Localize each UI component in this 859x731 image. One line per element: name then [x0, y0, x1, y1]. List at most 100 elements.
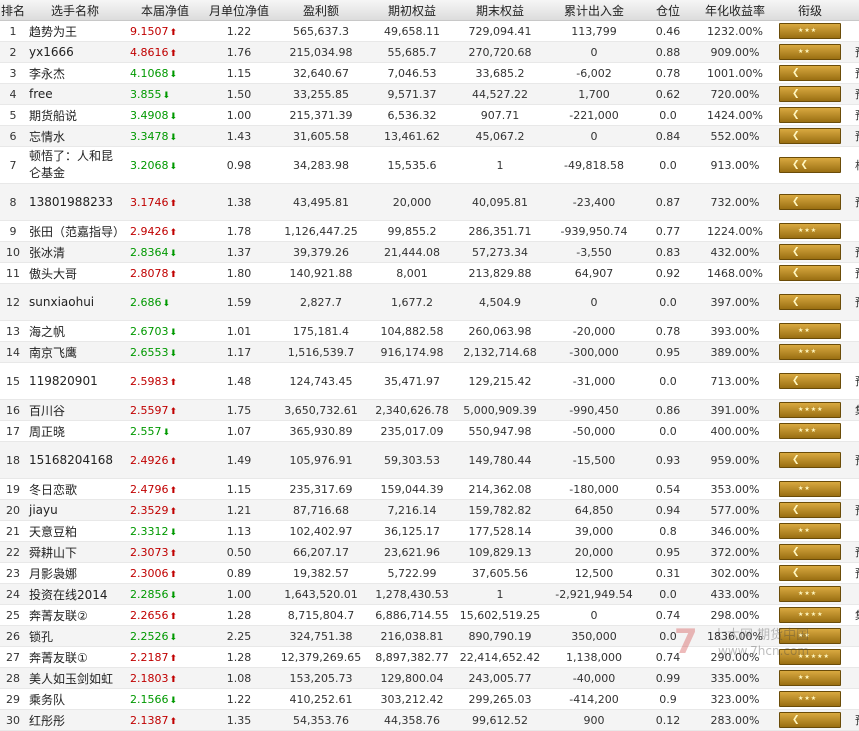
- table-row[interactable]: 7 顿悟了：人和昆仑基金 3.2068⬇ 0.98 34,283.98 15,535.6 1…: [0, 146, 859, 184]
- player-name-link[interactable]: 月影袅娜: [26, 562, 124, 584]
- nav-cell: 2.1803⬆: [124, 667, 206, 689]
- table-row[interactable]: 10 张冰清 2.8364⬇ 1.37 39,379.26 21,444.08 57,273…: [0, 241, 859, 263]
- player-name-link[interactable]: 期货船说: [26, 104, 124, 126]
- rank-cell: 15: [0, 362, 26, 400]
- table-row[interactable]: 5 期货船说 3.4908⬇ 1.00 215,371.39 6,536.32 907.71…: [0, 104, 859, 126]
- player-name-link[interactable]: 119820901: [26, 362, 124, 400]
- table-row[interactable]: 3 李永杰 4.1068⬇ 1.15 32,640.67 7,046.53 33,685.2…: [0, 62, 859, 84]
- player-name-link[interactable]: 百川谷: [26, 399, 124, 421]
- table-row[interactable]: 17 周正晓 2.557⬇ 1.07 365,930.89 235,017.09 550,9…: [0, 420, 859, 442]
- table-row[interactable]: 18 15168204168 2.4926⬆ 1.49 105,976.91 59,303…: [0, 441, 859, 479]
- table-row[interactable]: 13 海之帆 2.6703⬇ 1.01 175,181.4 104,882.58 260,0…: [0, 320, 859, 342]
- player-name-link[interactable]: jiayu: [26, 499, 124, 521]
- nav-value: 2.557: [130, 424, 162, 438]
- header-start-equity[interactable]: 期初权益: [370, 0, 454, 21]
- header-profit[interactable]: 盈利额: [272, 0, 370, 21]
- table-row[interactable]: 29 乘务队 2.1566⬇ 1.22 410,252.61 303,212.42 299,…: [0, 688, 859, 710]
- header-end-equity[interactable]: 期末权益: [454, 0, 546, 21]
- table-row[interactable]: 16 百川谷 2.5597⬆ 1.75 3,650,732.61 2,340,626.78…: [0, 399, 859, 421]
- player-name-link[interactable]: 张冰清: [26, 241, 124, 263]
- position-cell: 0.54: [642, 478, 694, 500]
- annual-return-cell: 391.00%: [694, 399, 776, 421]
- player-name-link[interactable]: yx1666: [26, 41, 124, 63]
- table-row[interactable]: 4 free 3.855⬇ 1.50 33,255.85 9,571.37 44,527.2…: [0, 83, 859, 105]
- nav-value: 2.6703: [130, 324, 169, 338]
- player-name-link[interactable]: 傲头大哥: [26, 262, 124, 284]
- player-name-link[interactable]: 13801988233: [26, 183, 124, 221]
- month-nav-cell: 0.50: [206, 541, 272, 563]
- net-flow-cell: 113,799: [546, 20, 642, 42]
- position-cell: 0.93: [642, 441, 694, 479]
- table-row[interactable]: 28 美人如玉剑如虹 2.1803⬆ 1.08 153,205.73 129,800.04…: [0, 667, 859, 689]
- header-badge[interactable]: 衔级: [776, 0, 844, 21]
- table-row[interactable]: 23 月影袅娜 2.3006⬆ 0.89 19,382.57 5,722.99 37,605…: [0, 562, 859, 584]
- header-nav[interactable]: 本届净值: [124, 0, 206, 21]
- rank-badge-icon: ❮: [779, 244, 841, 260]
- header-month-nav[interactable]: 月单位净值: [206, 0, 272, 21]
- net-flow-cell: -3,550: [546, 241, 642, 263]
- table-row[interactable]: 20 jiayu 2.3529⬆ 1.21 87,716.68 7,216.14 159,7…: [0, 499, 859, 521]
- table-row[interactable]: 6 忘情水 3.3478⬇ 1.43 31,605.58 13,461.62 45,067.…: [0, 125, 859, 147]
- nav-cell: 2.557⬇: [124, 420, 206, 442]
- table-row[interactable]: 24 投资在线2014 2.2856⬇ 1.00 1,643,520.01 1,278,4…: [0, 583, 859, 605]
- player-name-link[interactable]: 乘务队: [26, 688, 124, 710]
- player-name-link[interactable]: 锁孔: [26, 625, 124, 647]
- player-name-link[interactable]: 趋势为王: [26, 20, 124, 42]
- month-nav-cell: 1.15: [206, 478, 272, 500]
- table-row[interactable]: 19 冬日恋歌 2.4796⬆ 1.15 235,317.69 159,044.39 214…: [0, 478, 859, 500]
- player-name-link[interactable]: 奔菁友联②: [26, 604, 124, 626]
- player-name-link[interactable]: free: [26, 83, 124, 105]
- table-row[interactable]: 2 yx1666 4.8616⬆ 1.76 215,034.98 55,685.7 270,…: [0, 41, 859, 63]
- table-row[interactable]: 14 南京飞鹰 2.6553⬇ 1.17 1,516,539.7 916,174.98 2,…: [0, 341, 859, 363]
- rank-badge-icon: ★★★: [779, 344, 841, 360]
- header-annual-return[interactable]: 年化收益率: [694, 0, 776, 21]
- nav-value: 2.3312: [130, 524, 169, 538]
- table-row[interactable]: 1 趋势为王 9.1507⬆ 1.22 565,637.3 49,658.11 729,09…: [0, 20, 859, 42]
- table-row[interactable]: 8 13801988233 3.1746⬆ 1.38 43,495.81 20,000 40…: [0, 183, 859, 221]
- player-name-link[interactable]: 投资在线2014: [26, 583, 124, 605]
- profit-cell: 124,743.45: [272, 362, 370, 400]
- player-name-link[interactable]: 李永杰: [26, 62, 124, 84]
- player-name-link[interactable]: sunxiaohui: [26, 283, 124, 321]
- table-row[interactable]: 11 傲头大哥 2.8078⬆ 1.80 140,921.88 8,001 213,829.…: [0, 262, 859, 284]
- rank-badge-icon: ❮: [779, 373, 841, 389]
- table-row[interactable]: 27 奔菁友联① 2.2187⬆ 1.28 12,379,269.65 8,897,382…: [0, 646, 859, 668]
- header-position[interactable]: 仓位: [642, 0, 694, 21]
- rank-badge-icon: ★★: [779, 628, 841, 644]
- end-equity-cell: 149,780.44: [454, 441, 546, 479]
- player-name-link[interactable]: 天意豆粕: [26, 520, 124, 542]
- table-row[interactable]: 25 奔菁友联② 2.2656⬆ 1.28 8,715,804.7 6,886,714.5…: [0, 604, 859, 626]
- player-name-link[interactable]: 15168204168: [26, 441, 124, 479]
- player-name-link[interactable]: 舜耕山下: [26, 541, 124, 563]
- header-name[interactable]: 选手名称: [26, 0, 124, 21]
- table-row[interactable]: 9 张田（范嘉指导） 2.9426⬆ 1.78 1,126,447.25 99,855.2…: [0, 220, 859, 242]
- annual-return-cell: 720.00%: [694, 83, 776, 105]
- table-row[interactable]: 30 红彤彤 2.1387⬆ 1.35 54,353.76 44,358.76 99,612…: [0, 709, 859, 731]
- position-cell: 0.84: [642, 125, 694, 147]
- player-name-link[interactable]: 美人如玉剑如虹: [26, 667, 124, 689]
- header-rank[interactable]: 排名: [0, 0, 26, 21]
- table-row[interactable]: 12 sunxiaohui 2.686⬇ 1.59 2,827.7 1,677.2 4,50…: [0, 283, 859, 321]
- player-name-link[interactable]: 海之帆: [26, 320, 124, 342]
- player-name-link[interactable]: 忘情水: [26, 125, 124, 147]
- player-name-link[interactable]: 张田（范嘉指导）: [26, 220, 124, 242]
- arrow-down-icon: ⬇: [169, 590, 178, 601]
- annual-return-cell: 290.00%: [694, 646, 776, 668]
- end-equity-cell: 40,095.81: [454, 183, 546, 221]
- player-name-link[interactable]: 南京飞鹰: [26, 341, 124, 363]
- player-name-link[interactable]: 冬日恋歌: [26, 478, 124, 500]
- end-equity-cell: 907.71: [454, 104, 546, 126]
- table-row[interactable]: 15 119820901 2.5983⬆ 1.48 124,743.45 35,471.9…: [0, 362, 859, 400]
- nav-value: 2.4796: [130, 482, 169, 496]
- player-name-link[interactable]: 奔菁友联①: [26, 646, 124, 668]
- nav-cell: 4.8616⬆: [124, 41, 206, 63]
- header-branch[interactable]: 军种: [844, 0, 859, 21]
- player-name-link[interactable]: 周正晓: [26, 420, 124, 442]
- table-row[interactable]: 22 舜耕山下 2.3073⬆ 0.50 66,207.17 23,621.96 109,8…: [0, 541, 859, 563]
- table-row[interactable]: 21 天意豆粕 2.3312⬇ 1.13 102,402.97 36,125.17 177,…: [0, 520, 859, 542]
- player-name-link[interactable]: 顿悟了：人和昆仑基金: [26, 146, 124, 184]
- table-row[interactable]: 26 锁孔 2.2526⬇ 2.25 324,751.38 216,038.81 890,7…: [0, 625, 859, 647]
- branch-cell: 预备役: [844, 125, 859, 147]
- player-name-link[interactable]: 红彤彤: [26, 709, 124, 731]
- header-net-flow[interactable]: 累计出入金: [546, 0, 642, 21]
